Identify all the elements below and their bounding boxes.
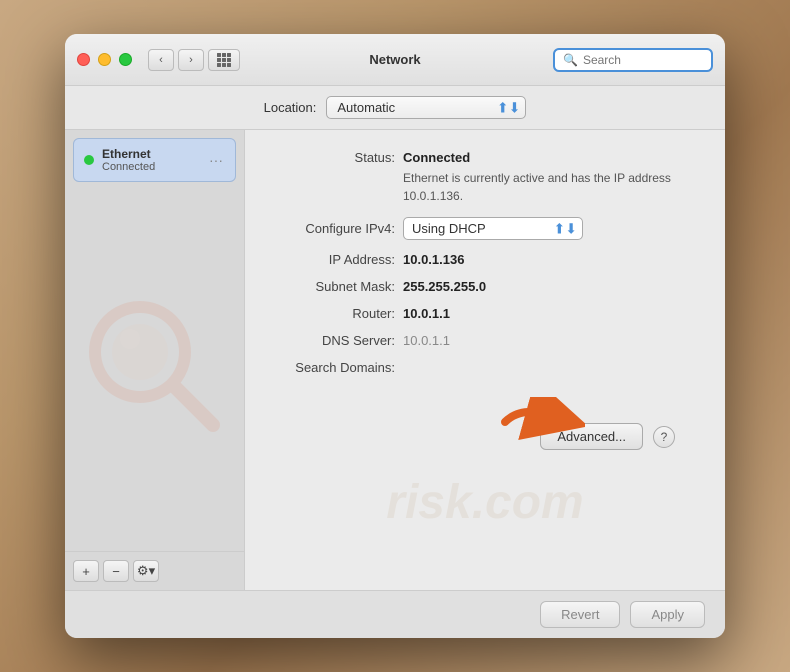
minus-icon: − xyxy=(112,564,120,579)
interface-settings-button[interactable]: ⚙▾ xyxy=(133,560,159,582)
advanced-button[interactable]: Advanced... xyxy=(540,423,643,450)
back-icon: ‹ xyxy=(159,54,163,66)
gear-icon: ⚙ xyxy=(137,563,149,579)
add-interface-button[interactable]: + xyxy=(73,560,99,582)
expand-button[interactable]: ··· xyxy=(207,150,225,170)
location-bar: Location: Automatic ⬆⬇ xyxy=(65,86,725,130)
titlebar: ‹ › Network 🔍 xyxy=(65,34,725,86)
sidebar: Ethernet Connected ··· + xyxy=(65,130,245,590)
status-value: Connected xyxy=(403,150,470,165)
router-value: 10.0.1.1 xyxy=(403,306,450,321)
bottom-bar: Revert Apply xyxy=(65,590,725,638)
grid-icon xyxy=(217,53,231,67)
network-window: ‹ › Network 🔍 Location: Automatic ⬆⬇ xyxy=(65,34,725,638)
help-icon: ? xyxy=(661,430,668,444)
detail-pane: risk.com Status: Connected Ethernet is c… xyxy=(245,130,725,590)
ip-address-value: 10.0.1.136 xyxy=(403,252,464,267)
search-domains-label: Search Domains: xyxy=(275,360,395,375)
router-row: Router: 10.0.1.1 xyxy=(275,306,695,321)
ip-address-row: IP Address: 10.0.1.136 xyxy=(275,252,695,267)
search-icon: 🔍 xyxy=(563,53,578,67)
watermark: risk.com xyxy=(245,475,725,530)
ipv4-select-wrapper: Using DHCP ⬆⬇ xyxy=(403,217,583,240)
revert-button[interactable]: Revert xyxy=(540,601,620,628)
grid-view-button[interactable] xyxy=(208,49,240,71)
detail-buttons: Advanced... ? xyxy=(275,415,695,458)
search-domains-row: Search Domains: xyxy=(275,360,695,375)
back-button[interactable]: ‹ xyxy=(148,49,174,71)
minimize-button[interactable] xyxy=(98,53,111,66)
search-input[interactable] xyxy=(583,53,703,67)
ip-address-label: IP Address: xyxy=(275,252,395,267)
configure-ipv4-label: Configure IPv4: xyxy=(275,221,395,236)
forward-button[interactable]: › xyxy=(178,49,204,71)
sidebar-item-status: Connected xyxy=(102,161,207,173)
maximize-button[interactable] xyxy=(119,53,132,66)
dns-server-row: DNS Server: 10.0.1.1 xyxy=(275,333,695,348)
status-label: Status: xyxy=(275,150,395,165)
close-button[interactable] xyxy=(77,53,90,66)
search-bar[interactable]: 🔍 xyxy=(553,48,713,72)
sidebar-bottom: + − ⚙▾ xyxy=(65,551,244,590)
ipv4-select[interactable]: Using DHCP xyxy=(403,217,583,240)
location-select[interactable]: Automatic xyxy=(326,96,526,119)
subnet-mask-row: Subnet Mask: 255.255.255.0 xyxy=(275,279,695,294)
detail-bottom-section: Advanced... ? xyxy=(275,415,695,458)
traffic-lights xyxy=(77,53,132,66)
dns-server-label: DNS Server: xyxy=(275,333,395,348)
sidebar-item-info: Ethernet Connected xyxy=(102,147,207,173)
status-description: Ethernet is currently active and has the… xyxy=(403,169,695,205)
window-title: Network xyxy=(369,52,420,67)
sidebar-item-ethernet[interactable]: Ethernet Connected ··· xyxy=(73,138,236,182)
subnet-mask-value: 255.255.255.0 xyxy=(403,279,486,294)
location-select-wrapper: Automatic ⬆⬇ xyxy=(326,96,526,119)
remove-interface-button[interactable]: − xyxy=(103,560,129,582)
subnet-mask-label: Subnet Mask: xyxy=(275,279,395,294)
router-label: Router: xyxy=(275,306,395,321)
forward-icon: › xyxy=(189,54,193,66)
apply-button[interactable]: Apply xyxy=(630,601,705,628)
main-content: Ethernet Connected ··· + xyxy=(65,130,725,590)
status-row: Status: Connected xyxy=(275,150,695,165)
dns-server-value: 10.0.1.1 xyxy=(403,333,450,348)
location-label: Location: xyxy=(264,100,317,115)
plus-icon: + xyxy=(82,564,90,579)
configure-ipv4-row: Configure IPv4: Using DHCP ⬆⬇ xyxy=(275,217,695,240)
magnifier-watermark xyxy=(85,297,225,437)
sidebar-preview xyxy=(65,182,244,551)
nav-buttons: ‹ › xyxy=(148,49,204,71)
help-button[interactable]: ? xyxy=(653,426,675,448)
sidebar-item-name: Ethernet xyxy=(102,147,207,161)
status-dot-connected xyxy=(84,155,94,165)
